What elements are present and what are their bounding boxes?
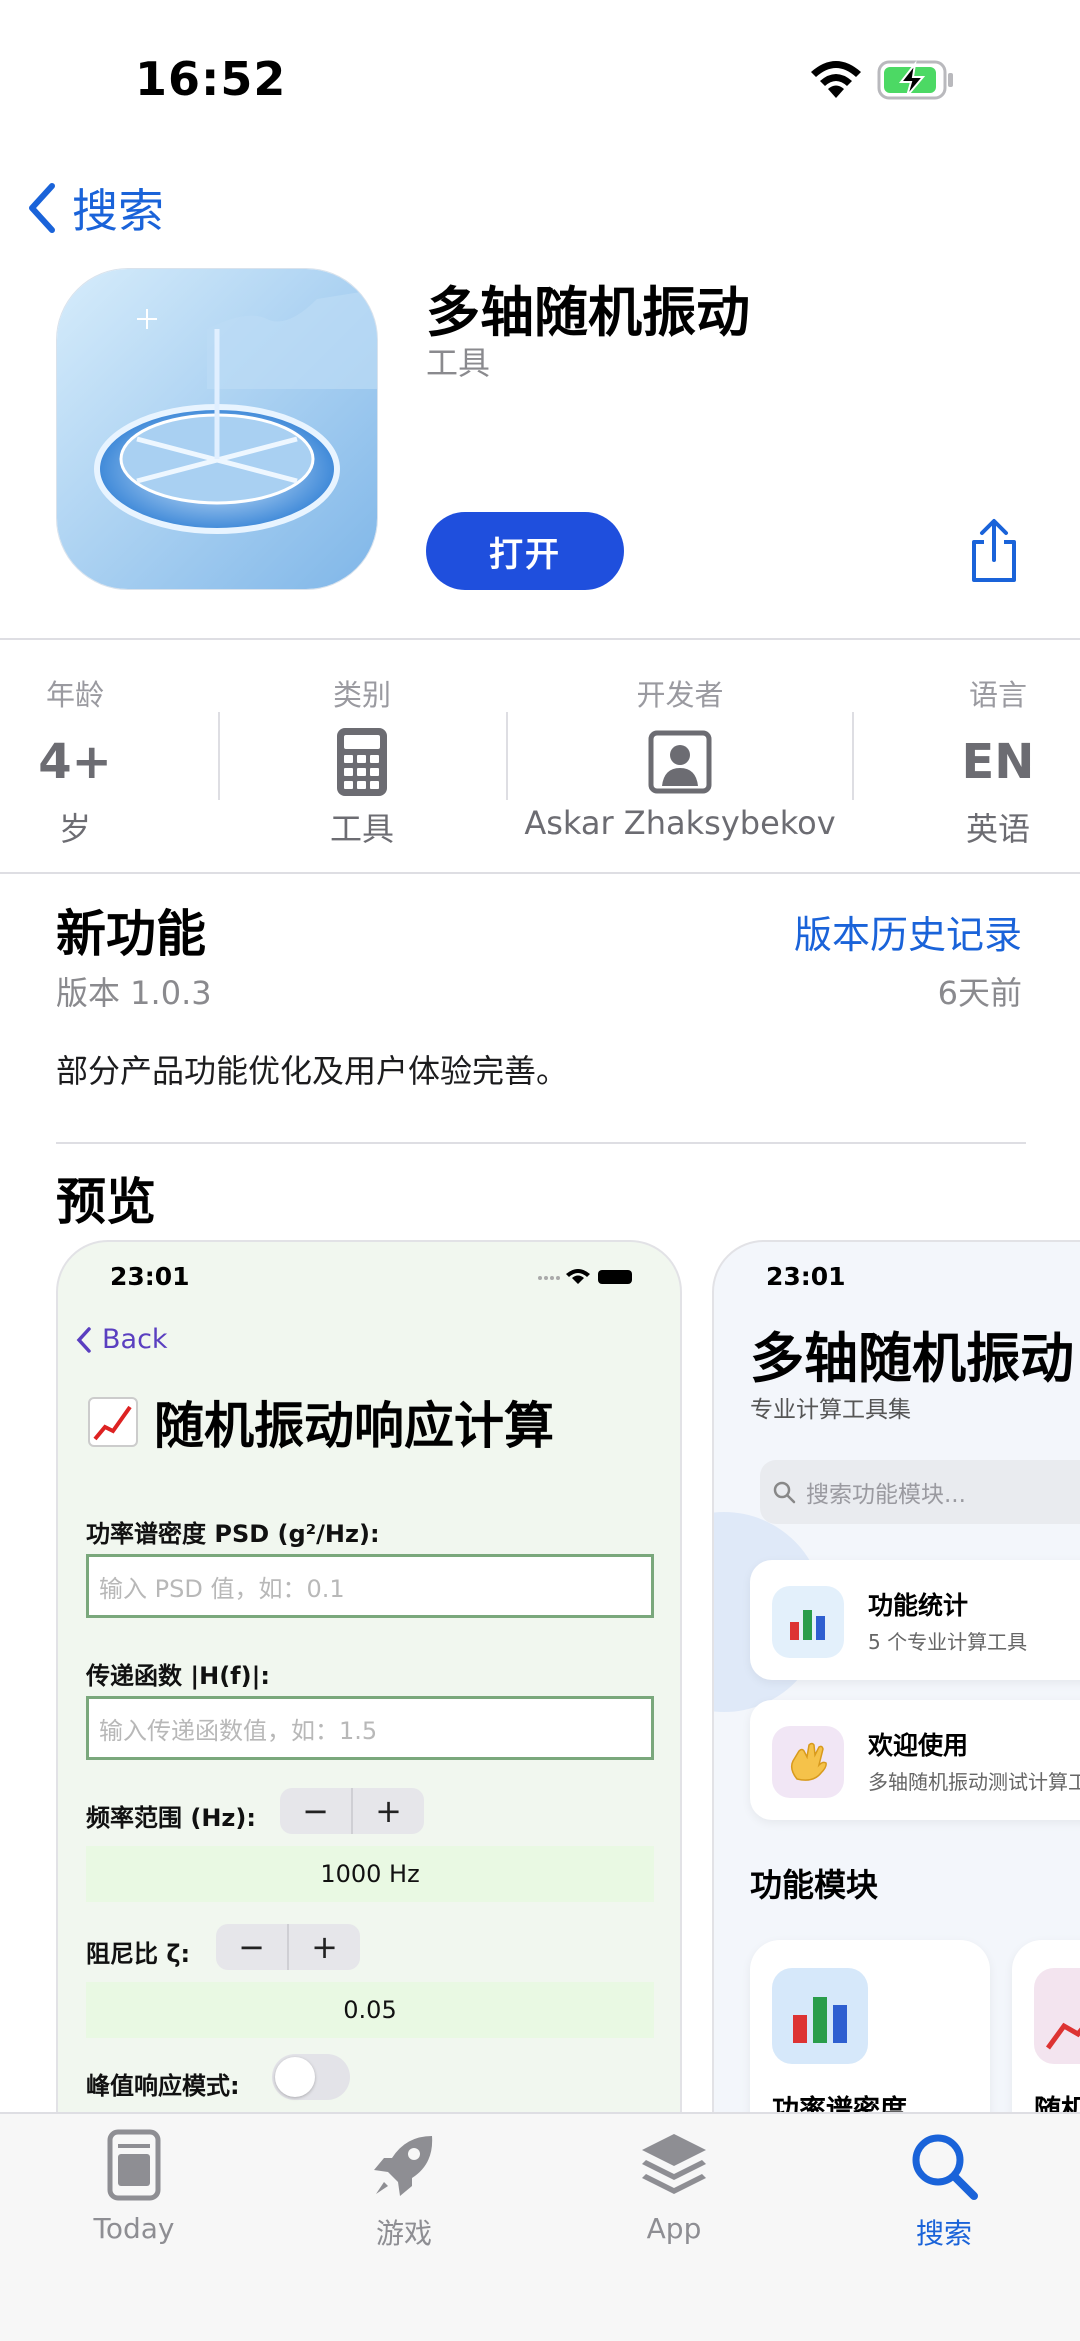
tab-search-label: 搜索 <box>915 2217 972 2250</box>
tab-apps-label: App <box>646 2212 702 2245</box>
info-developer-head: 开发者 <box>636 678 724 712</box>
bar-chart-icon <box>772 1586 844 1658</box>
stats-card: 功能统计 5 个专业计算工具 <box>750 1560 1080 1680</box>
info-developer: 开发者 Askar Zhaksybekov <box>520 672 840 842</box>
screenshot-status-icons <box>538 1269 632 1284</box>
tab-today[interactable]: Today <box>44 2128 224 2245</box>
screenshot-search-field: 搜索功能模块... <box>760 1460 1080 1524</box>
stats-card-title: 功能统计 <box>868 1591 969 1620</box>
status-time: 16:52 <box>135 52 287 106</box>
chevron-left-icon <box>29 183 55 233</box>
minus-icon: − <box>280 1788 353 1834</box>
rocket-icon <box>374 2136 433 2196</box>
chart-increasing-icon <box>88 1397 138 1447</box>
frequency-range-label: 频率范围 (Hz): <box>86 1804 256 1832</box>
status-bar: 16:52 <box>0 0 1080 150</box>
version-label: 版本 1.0.3 <box>56 974 212 1012</box>
divider <box>0 872 1080 874</box>
frequency-value: 1000 Hz <box>86 1846 654 1902</box>
info-language-sub: 英语 <box>965 810 1030 848</box>
layers-icon <box>642 2134 706 2194</box>
today-icon <box>107 2129 161 2201</box>
damping-stepper: − + <box>216 1924 360 1970</box>
info-category-head: 类别 <box>332 678 391 712</box>
peak-response-toggle <box>272 2054 350 2100</box>
frequency-stepper: − + <box>280 1788 424 1834</box>
search-icon <box>773 1481 796 1504</box>
damping-value: 0.05 <box>86 1982 654 2038</box>
info-language: 语言 EN 英语 <box>948 672 1048 850</box>
info-age-value: 4+ <box>38 734 112 790</box>
wifi-icon <box>811 61 861 98</box>
welcome-card: 欢迎使用 多轴随机振动测试计算工 <box>750 1700 1080 1820</box>
release-date: 6天前 <box>937 974 1022 1012</box>
screenshot-app-title: 多轴随机振动 <box>750 1327 1074 1390</box>
developer-person-icon <box>648 730 712 794</box>
modules-section-title: 功能模块 <box>750 1866 879 1904</box>
tab-games[interactable]: 游戏 <box>314 2128 494 2252</box>
chevron-left-icon <box>76 1326 91 1353</box>
version-history-link[interactable]: 版本历史记录 <box>794 904 1022 959</box>
screenshot-time: 23:01 <box>110 1262 190 1291</box>
bar-chart-icon <box>772 1968 868 2064</box>
stats-card-subtitle: 5 个专业计算工具 <box>868 1630 1028 1654</box>
app-name: 多轴随机振动 <box>426 281 750 344</box>
preview-title: 预览 <box>56 1173 156 1231</box>
screenshot-search-placeholder: 搜索功能模块... <box>806 1482 966 1508</box>
info-category: 类别 工具 <box>290 672 434 850</box>
info-developer-sub: Askar Zhaksybekov <box>524 804 836 842</box>
tab-games-label: 游戏 <box>375 2217 432 2250</box>
app-category: 工具 <box>426 344 491 382</box>
screenshot-time: 23:01 <box>766 1262 846 1291</box>
minus-icon: − <box>216 1924 289 1970</box>
divider <box>0 638 1080 640</box>
screenshot-back: Back <box>76 1324 168 1355</box>
back-label: 搜索 <box>72 184 164 238</box>
calculator-icon <box>337 728 387 796</box>
psd-label: 功率谱密度 PSD (g²/Hz): <box>86 1520 380 1548</box>
screenshot-back-label: Back <box>102 1324 168 1355</box>
peak-response-label: 峰值响应模式: <box>86 2072 240 2100</box>
info-age: 年龄 4+ 岁 <box>30 672 120 850</box>
info-separator <box>852 712 854 800</box>
tab-bar: Today 游戏 App 搜索 <box>0 2112 1080 2341</box>
info-language-value: EN <box>961 734 1035 790</box>
plus-icon: + <box>311 1928 338 1966</box>
open-button[interactable]: 打开 <box>426 512 624 590</box>
transfer-function-input: 输入传递函数值，如：1.5 <box>86 1696 654 1760</box>
info-category-sub: 工具 <box>329 810 394 848</box>
line-chart-icon <box>1034 1968 1080 2064</box>
info-age-head: 年龄 <box>45 678 104 712</box>
welcome-card-title: 欢迎使用 <box>868 1731 969 1760</box>
info-age-sub: 岁 <box>58 810 91 848</box>
info-separator <box>218 712 220 800</box>
screenshot-title: 随机振动响应计算 <box>88 1386 554 1458</box>
screenshot-app-subtitle: 专业计算工具集 <box>750 1397 911 1423</box>
tab-apps[interactable]: App <box>584 2128 764 2245</box>
share-icon[interactable] <box>966 518 1022 584</box>
waving-hand-icon <box>772 1726 844 1798</box>
whats-new-title: 新功能 <box>56 905 206 963</box>
welcome-card-subtitle: 多轴随机振动测试计算工 <box>868 1770 1080 1794</box>
screenshot-title-text: 随机振动响应计算 <box>154 1397 554 1455</box>
plus-icon: + <box>375 1792 402 1830</box>
info-language-head: 语言 <box>968 678 1027 712</box>
info-separator <box>506 712 508 800</box>
battery-charging-icon <box>877 60 953 100</box>
release-notes: 部分产品功能优化及用户体验完善。 <box>56 1052 569 1090</box>
search-icon <box>912 2134 978 2200</box>
damping-label: 阻尼比 ζ: <box>86 1940 191 1968</box>
divider <box>56 1142 1026 1144</box>
psd-input: 输入 PSD 值，如：0.1 <box>86 1554 654 1618</box>
app-icon <box>56 268 378 590</box>
transfer-function-label: 传递函数 |H(f)|: <box>86 1662 270 1690</box>
tab-search[interactable]: 搜索 <box>854 2128 1034 2252</box>
back-button[interactable]: 搜索 <box>24 175 164 241</box>
tab-today-label: Today <box>93 2212 175 2245</box>
